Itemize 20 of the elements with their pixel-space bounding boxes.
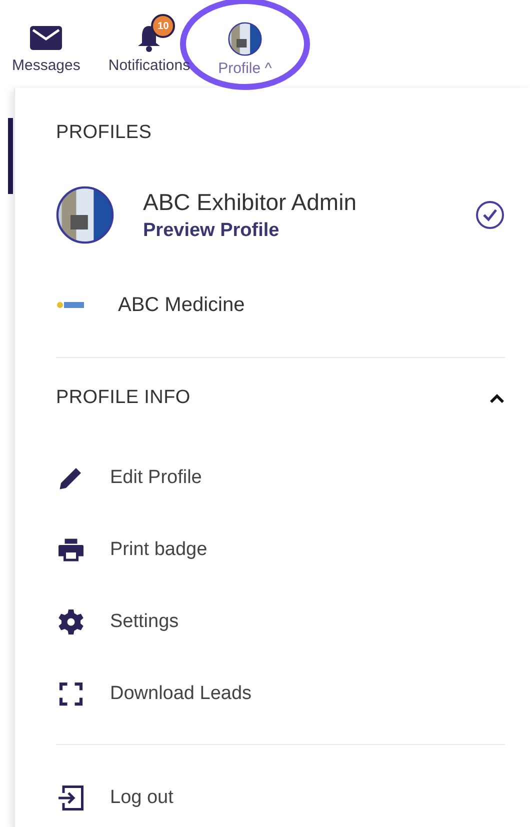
account-row[interactable]: ABC Exhibitor Admin Preview Profile bbox=[56, 153, 505, 277]
section-header[interactable]: PROFILE INFO bbox=[56, 378, 505, 418]
logout-item[interactable]: Log out bbox=[56, 761, 505, 827]
section-title: PROFILES bbox=[56, 122, 152, 144]
section-title: PROFILE INFO bbox=[56, 387, 190, 409]
preview-profile-link[interactable]: Preview Profile bbox=[143, 220, 356, 242]
notification-badge: 10 bbox=[151, 14, 176, 38]
mail-icon bbox=[30, 26, 62, 50]
menu-item[interactable]: Print badge bbox=[56, 514, 505, 586]
profile-name: ABC Medicine bbox=[118, 294, 245, 316]
logo-icon bbox=[56, 299, 86, 311]
settings-icon bbox=[56, 607, 86, 637]
profile-name: ABC Exhibitor Admin bbox=[143, 188, 356, 216]
logout-icon bbox=[56, 783, 86, 813]
nav-item[interactable]: 10 Notifications bbox=[108, 14, 190, 74]
menu-item[interactable]: Download Leads bbox=[56, 658, 505, 730]
menu-item[interactable]: Edit Profile bbox=[56, 442, 505, 514]
menu-item[interactable]: Settings bbox=[56, 586, 505, 658]
nav-item[interactable]: Messages bbox=[12, 14, 80, 74]
account-row[interactable]: ABC Medicine bbox=[56, 277, 505, 333]
